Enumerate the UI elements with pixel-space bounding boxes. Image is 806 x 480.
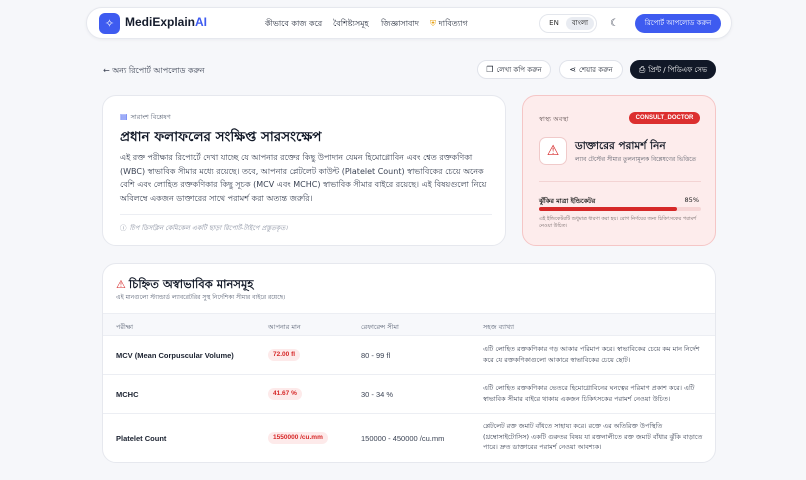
- summary-title: প্রধান ফলাফলের সংক্ষিপ্ত সারসংক্ষেপ: [120, 129, 322, 145]
- summary-eyebrow-label: সারাংশ বিশ্লেষণ: [130, 113, 171, 121]
- test-name: Platelet Count: [116, 434, 167, 443]
- table-header: পরীক্ষা আপনার মান রেফারেন্স সীমা সহজ ব্য…: [103, 313, 715, 336]
- value-badge: 1550000 /cu.mm: [268, 432, 328, 444]
- status-label: স্বাস্থ্য অবস্থা: [539, 115, 569, 123]
- back-upload-link[interactable]: ← অন্য রিপোর্ট আপলোড করুন: [103, 65, 205, 78]
- nav-disclaimer[interactable]: ⛨ দাবিত্যাগ: [430, 18, 468, 31]
- risk-progress-bar: [539, 207, 701, 211]
- table-row: MCHC 41.67 % 30 - 34 % এটি লোহিত রক্তকণি…: [103, 375, 715, 414]
- language-toggle: EN বাংলা: [539, 14, 597, 33]
- copy-icon: ❐: [486, 65, 494, 74]
- logo-text-ai: AI: [195, 15, 208, 29]
- copy-label: লেখা কপি করুন: [496, 66, 542, 74]
- upload-report-button[interactable]: রিপোর্ট আপলোড করুন: [635, 14, 721, 33]
- document-icon: ▤: [120, 112, 128, 121]
- status-badge: CONSULT_DOCTOR: [629, 112, 700, 124]
- divider: [539, 181, 701, 182]
- abnormal-values-card: ⚠ চিহ্নিত অস্বাভাবিক মানসমূহ এই মানগুলো স…: [102, 263, 716, 463]
- copy-text-button[interactable]: ❐ লেখা কপি করুন: [477, 60, 551, 79]
- share-label: শেয়ার করুন: [579, 66, 613, 74]
- info-icon: ⓘ: [120, 224, 127, 232]
- sparkle-logo-icon: ✧: [99, 13, 120, 34]
- print-label: প্রিন্ট / পিডিএফ সেভ: [648, 66, 708, 74]
- reference-range: 30 - 34 %: [361, 390, 394, 399]
- nav-features[interactable]: বৈশিষ্ট্যসমূহ: [333, 18, 369, 31]
- test-name: MCV (Mean Corpuscular Volume): [116, 351, 234, 360]
- summary-note: ⓘ চিপ ডিসক্লিন কেমিকেল একটি ছাড়া রিপোর্ট…: [120, 222, 288, 234]
- summary-body: এই রক্ত পরীক্ষার রিপোর্টে দেখা যাচ্ছে যে…: [120, 153, 487, 203]
- moon-icon[interactable]: ☾: [607, 16, 622, 31]
- status-subtitle: ল্যাব টেস্টের সীমার তুলনামূলক বিশ্লেষণের…: [575, 156, 697, 163]
- risk-note: এই ইন্ডিকেটরটি শুধুমাত্র ধারণা করা হয়। …: [539, 216, 697, 229]
- app-logo[interactable]: MediExplainAI: [125, 15, 207, 29]
- col-header-value: আপনার মান: [268, 323, 301, 331]
- print-pdf-button[interactable]: ⎙ প্রিন্ট / পিডিএফ সেভ: [630, 60, 716, 79]
- back-link-label: অন্য রিপোর্ট আপলোড করুন: [112, 66, 205, 75]
- top-navbar: ✧ MediExplainAI কীভাবে কাজ করে বৈশিষ্ট্য…: [86, 7, 732, 39]
- risk-progress-fill: [539, 207, 677, 211]
- explanation: এটি লোহিত রক্তকণিকার গড় আকার পরিমাপ করে…: [483, 345, 700, 364]
- col-header-explanation: সহজ ব্যাখ্যা: [483, 323, 515, 331]
- value-badge: 41.67 %: [268, 388, 302, 400]
- nav-faq[interactable]: জিজ্ঞাসাবাদ: [381, 18, 419, 31]
- value-badge: 72.00 fl: [268, 349, 301, 361]
- divider: [120, 214, 492, 215]
- abnormal-title-label: চিহ্নিত অস্বাভাবিক মানসমূহ: [128, 277, 254, 291]
- lang-en-option[interactable]: EN: [543, 17, 565, 30]
- nav-disclaimer-label: দাবিত্যাগ: [438, 19, 468, 28]
- logo-text-main: MediExplain: [125, 15, 196, 29]
- table-row: Platelet Count 1550000 /cu.mm 150000 - 4…: [103, 414, 715, 462]
- reference-range: 80 - 99 fl: [361, 351, 391, 360]
- shield-icon: ⛨: [430, 19, 436, 28]
- share-icon: ⋖: [569, 65, 577, 74]
- explanation: এটি লোহিত রক্তকণিকার ভেতরে হিমোগ্লোবিনের…: [483, 384, 695, 403]
- summary-card: ▤ সারাংশ বিশ্লেষণ প্রধান ফলাফলের সংক্ষিপ্…: [102, 95, 506, 246]
- printer-icon: ⎙: [638, 65, 646, 74]
- nav-how-it-works[interactable]: কীভাবে কাজ করে: [265, 18, 322, 31]
- risk-label: ঝুঁকির মাত্রা ইন্ডিকেটর: [539, 197, 596, 205]
- col-header-test: পরীক্ষা: [116, 323, 133, 331]
- lang-bn-option[interactable]: বাংলা: [566, 17, 594, 30]
- reference-range: 150000 - 450000 /cu.mm: [361, 434, 445, 443]
- summary-eyebrow: ▤ সারাংশ বিশ্লেষণ: [120, 112, 171, 123]
- table-row: MCV (Mean Corpuscular Volume) 72.00 fl 8…: [103, 336, 715, 375]
- warning-icon: ⚠: [539, 137, 567, 165]
- share-button[interactable]: ⋖ শেয়ার করুন: [559, 60, 623, 79]
- summary-note-label: চিপ ডিসক্লিন কেমিকেল একটি ছাড়া রিপোর্ট-…: [129, 224, 288, 232]
- health-status-card: স্বাস্থ্য অবস্থা CONSULT_DOCTOR ⚠ ডাক্তা…: [522, 95, 716, 246]
- risk-percentage: 85%: [684, 196, 699, 204]
- test-name: MCHC: [116, 390, 139, 399]
- abnormal-subtitle: এই মানগুলো স্ট্যান্ডার্ড ল্যাবরেটরির সুস…: [116, 294, 286, 301]
- arrow-left-icon: ←: [103, 66, 110, 75]
- col-header-reference: রেফারেন্স সীমা: [361, 323, 399, 331]
- warning-triangle-icon: ⚠: [116, 278, 126, 291]
- explanation: প্লেটলেট রক্ত জমাট বাঁধতে সাহায্য করে। র…: [483, 422, 703, 451]
